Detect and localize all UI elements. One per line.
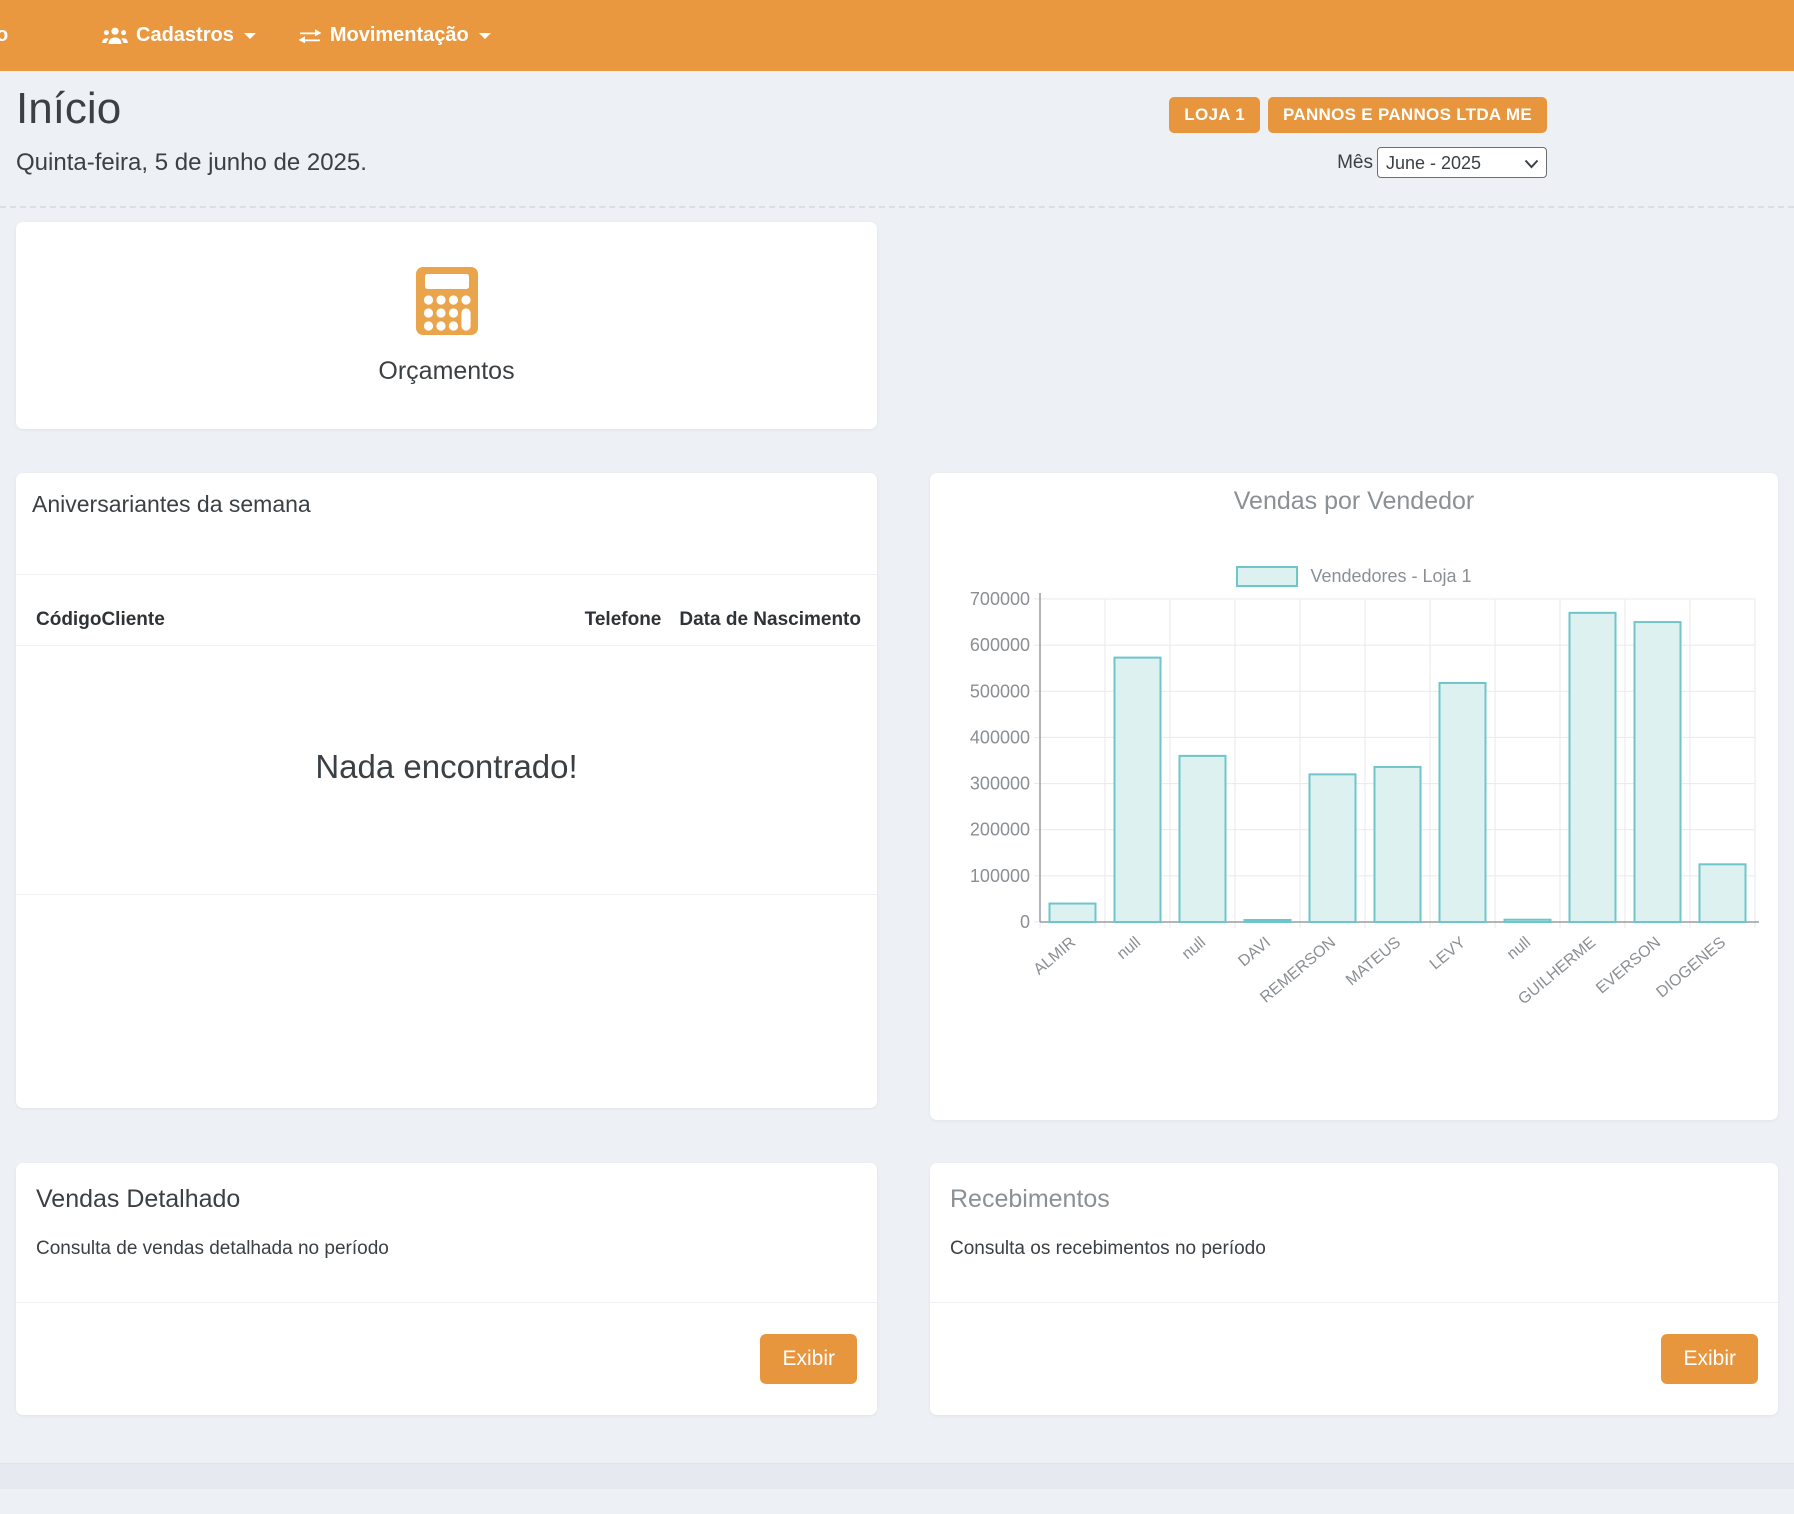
sales-detail-title: Vendas Detalhado bbox=[36, 1185, 857, 1214]
receipts-show-button[interactable]: Exibir bbox=[1661, 1334, 1758, 1384]
x-axis-label: null bbox=[1504, 934, 1534, 963]
sales-bar[interactable] bbox=[1310, 775, 1356, 923]
birthdays-table: Código Cliente Telefone Data de Nascimen… bbox=[16, 597, 877, 646]
y-axis-tick-label: 700000 bbox=[970, 589, 1030, 609]
budget-card-label: Orçamentos bbox=[378, 357, 514, 386]
divider bbox=[16, 574, 877, 575]
y-axis-tick-label: 600000 bbox=[970, 636, 1030, 656]
sales-chart-card: Vendas por Vendedor Vendedores - Loja 1 … bbox=[930, 473, 1778, 1120]
sales-bar[interactable] bbox=[1115, 658, 1161, 922]
nav-item-movimentacao[interactable]: Movimentação bbox=[298, 24, 491, 47]
receipts-description: Consulta os recebimentos no período bbox=[950, 1238, 1758, 1260]
sales-bar[interactable] bbox=[1440, 683, 1486, 922]
top-navbar: o Cadastros Movimentação bbox=[0, 0, 1794, 71]
sales-detail-card: Vendas Detalhado Consulta de vendas deta… bbox=[16, 1163, 877, 1415]
chart-title: Vendas por Vendedor bbox=[930, 487, 1778, 516]
receipts-card: Recebimentos Consulta os recebimentos no… bbox=[930, 1163, 1778, 1415]
sales-bar[interactable] bbox=[1700, 865, 1746, 923]
x-axis-label: ALMIR bbox=[1031, 934, 1079, 978]
company-button[interactable]: PANNOS E PANNOS LTDA ME bbox=[1268, 97, 1547, 133]
sales-detail-description: Consulta de vendas detalhada no período bbox=[36, 1238, 857, 1260]
column-header-telefone: Telefone bbox=[585, 597, 662, 646]
date-row: Quinta-feira, 5 de junho de 2025. Mês Ju… bbox=[0, 133, 1794, 178]
legend-swatch bbox=[1236, 566, 1298, 587]
budget-shortcut-card[interactable]: Orçamentos bbox=[16, 222, 877, 429]
sales-bar[interactable] bbox=[1245, 920, 1291, 922]
sales-bar[interactable] bbox=[1180, 756, 1226, 922]
divider bbox=[16, 894, 877, 895]
sales-bar[interactable] bbox=[1570, 613, 1616, 922]
bar-chart[interactable]: 0 100000 200000 300000 400000 500000 600000 700… bbox=[930, 587, 1778, 1032]
x-axis-label: DIOGENES bbox=[1653, 934, 1729, 1001]
current-date: Quinta-feira, 5 de junho de 2025. bbox=[16, 149, 367, 177]
nav-item-cadastros[interactable]: Cadastros bbox=[102, 24, 256, 47]
y-axis-tick-label: 400000 bbox=[970, 728, 1030, 748]
sales-bar[interactable] bbox=[1505, 920, 1551, 922]
birthdays-title: Aniversariantes da semana bbox=[16, 491, 877, 518]
sales-detail-show-button[interactable]: Exibir bbox=[760, 1334, 857, 1384]
nav-item-label: Cadastros bbox=[136, 24, 234, 47]
page-header: Início LOJA 1 PANNOS E PANNOS LTDA ME bbox=[0, 71, 1794, 133]
store-button[interactable]: LOJA 1 bbox=[1169, 97, 1260, 133]
footer-strip bbox=[0, 1463, 1794, 1489]
column-header-codigo: Código bbox=[16, 597, 101, 646]
x-axis-label: LEVY bbox=[1427, 934, 1470, 974]
x-axis-label: null bbox=[1114, 934, 1144, 963]
y-axis-tick-label: 100000 bbox=[970, 866, 1030, 886]
x-axis-label: DAVI bbox=[1235, 934, 1274, 970]
sales-bar[interactable] bbox=[1050, 904, 1096, 922]
clipped-nav-item[interactable]: o bbox=[0, 24, 10, 47]
sales-bar[interactable] bbox=[1635, 622, 1681, 922]
chart-legend[interactable]: Vendedores - Loja 1 bbox=[930, 566, 1778, 587]
column-header-data-nascimento: Data de Nascimento bbox=[661, 597, 877, 646]
month-select[interactable]: June - 2025 bbox=[1377, 147, 1547, 178]
x-axis-label: null bbox=[1179, 934, 1209, 963]
users-icon bbox=[102, 26, 128, 46]
receipts-title: Recebimentos bbox=[950, 1185, 1758, 1214]
chevron-down-icon bbox=[479, 33, 491, 39]
chevron-down-icon bbox=[244, 33, 256, 39]
sales-bar[interactable] bbox=[1375, 767, 1421, 922]
calculator-icon bbox=[415, 266, 479, 341]
nav-item-label: Movimentação bbox=[330, 24, 469, 47]
legend-label: Vendedores - Loja 1 bbox=[1310, 566, 1471, 587]
y-axis-tick-label: 0 bbox=[1020, 912, 1030, 932]
month-label: Mês bbox=[1337, 152, 1373, 174]
bar-chart-svg: 0 100000 200000 300000 400000 500000 600000 700… bbox=[930, 587, 1778, 1027]
birthdays-card: Aniversariantes da semana Código Cliente… bbox=[16, 473, 877, 1108]
y-axis-tick-label: 500000 bbox=[970, 682, 1030, 702]
x-axis-label: MATEUS bbox=[1343, 934, 1404, 989]
empty-state-message: Nada encontrado! bbox=[16, 748, 877, 786]
column-header-cliente: Cliente bbox=[101, 597, 584, 646]
page-title: Início bbox=[16, 85, 121, 133]
exchange-icon bbox=[298, 28, 322, 44]
y-axis-tick-label: 300000 bbox=[970, 774, 1030, 794]
header-divider bbox=[0, 206, 1794, 208]
y-axis-tick-label: 200000 bbox=[970, 820, 1030, 840]
